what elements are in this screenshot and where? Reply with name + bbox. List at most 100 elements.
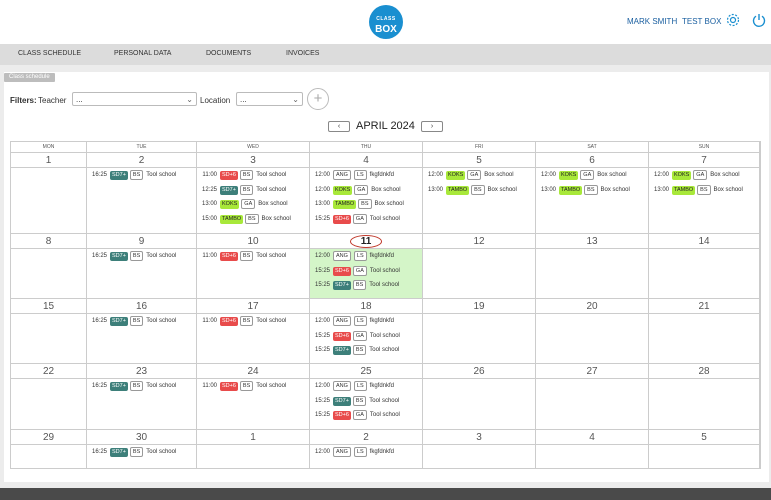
class-event[interactable]: 16:25 SD7+ BS Tool school bbox=[88, 251, 176, 262]
day-cell[interactable] bbox=[536, 378, 649, 429]
day-cell[interactable] bbox=[649, 444, 760, 468]
class-event[interactable]: 15:25 SD7+ BS Tool school bbox=[311, 280, 399, 291]
class-event[interactable]: 12:00 ANG LS fkgfdnkfd bbox=[311, 170, 394, 181]
day-cell[interactable] bbox=[11, 167, 87, 233]
day-number[interactable]: 3 bbox=[423, 429, 536, 444]
class-event[interactable]: 11:00 SD+6 BS Tool school bbox=[198, 381, 286, 392]
day-cell[interactable] bbox=[11, 444, 87, 468]
add-filter-button[interactable]: + bbox=[307, 88, 329, 110]
class-event[interactable]: 12:00 KOKS GA Box school bbox=[537, 170, 627, 181]
class-event[interactable]: 12:00 KOKS GA Box school bbox=[311, 184, 401, 196]
class-event[interactable]: 16:25 SD7+ BS Tool school bbox=[88, 381, 176, 392]
day-number[interactable]: 9 bbox=[87, 233, 197, 248]
day-number[interactable]: 23 bbox=[87, 363, 197, 378]
day-cell[interactable] bbox=[536, 248, 649, 298]
user-name-link[interactable]: MARK SMITH bbox=[627, 17, 677, 26]
day-number[interactable]: 28 bbox=[649, 363, 760, 378]
day-number[interactable]: 2 bbox=[87, 152, 197, 167]
day-number[interactable]: 3 bbox=[197, 152, 310, 167]
day-number[interactable]: 18 bbox=[310, 298, 423, 313]
day-number[interactable]: 1 bbox=[11, 152, 87, 167]
class-event[interactable]: 13:00 KOKS GA Box school bbox=[198, 199, 288, 210]
day-cell[interactable] bbox=[11, 378, 87, 429]
day-cell[interactable] bbox=[197, 444, 310, 468]
day-cell[interactable] bbox=[423, 444, 536, 468]
class-event[interactable]: 15:25 SD7+ BS Tool school bbox=[311, 345, 399, 356]
day-number[interactable]: 29 bbox=[11, 429, 87, 444]
day-number[interactable]: 2 bbox=[310, 429, 423, 444]
day-cell[interactable] bbox=[423, 248, 536, 298]
day-cell[interactable] bbox=[423, 378, 536, 429]
class-event[interactable]: 15:25 SD7+ BS Tool school bbox=[311, 395, 399, 407]
day-number[interactable]: 16 bbox=[87, 298, 197, 313]
day-cell[interactable] bbox=[536, 313, 649, 363]
day-cell[interactable] bbox=[649, 248, 760, 298]
class-event[interactable]: 11:00 SD+6 BS Tool school bbox=[198, 170, 286, 181]
nav-class-schedule[interactable]: CLASS SCHEDULE bbox=[18, 50, 81, 57]
day-number[interactable]: 15 bbox=[11, 298, 87, 313]
next-month-button[interactable]: › bbox=[421, 121, 443, 132]
day-number[interactable]: 4 bbox=[310, 152, 423, 167]
class-event[interactable]: 13:00 TAMBO BS Box school bbox=[424, 184, 517, 196]
class-event[interactable]: 11:00 SD+6 BS Tool school bbox=[198, 251, 286, 262]
prev-month-button[interactable]: ‹ bbox=[328, 121, 350, 132]
day-number[interactable]: 22 bbox=[11, 363, 87, 378]
day-number[interactable]: 17 bbox=[197, 298, 310, 313]
class-event[interactable]: 12:00 KOKS GA Box school bbox=[424, 170, 514, 181]
class-event[interactable]: 12:00 ANG LS fkgfdnkfd bbox=[311, 447, 394, 458]
class-event[interactable]: 13:00 TAMBO BS Box school bbox=[650, 184, 743, 196]
class-event[interactable]: 15:25 SD+6 GA Tool school bbox=[311, 214, 400, 225]
teacher-select[interactable]: ... ⌄ bbox=[72, 92, 197, 106]
class-badge: TAMBO bbox=[333, 200, 357, 210]
class-event[interactable]: 12:00 KOKS GA Box school bbox=[650, 170, 740, 181]
day-number[interactable]: 6 bbox=[536, 152, 649, 167]
day-number[interactable]: 19 bbox=[423, 298, 536, 313]
day-cell[interactable] bbox=[649, 378, 760, 429]
class-event[interactable]: 11:00 SD+6 BS Tool school bbox=[198, 316, 286, 327]
class-event[interactable]: 15:25 SD+6 GA Tool school bbox=[311, 265, 400, 277]
class-event[interactable]: 13:00 TAMBO BS Box school bbox=[311, 199, 404, 210]
classbox-logo[interactable]: CLASS BOX bbox=[369, 5, 403, 39]
day-cell[interactable] bbox=[536, 444, 649, 468]
box-name-link[interactable]: TEST BOX bbox=[682, 17, 721, 26]
day-number[interactable]: 11 bbox=[310, 233, 423, 248]
day-number[interactable]: 25 bbox=[310, 363, 423, 378]
day-number[interactable]: 14 bbox=[649, 233, 760, 248]
class-event[interactable]: 12:00 ANG LS fkgfdnkfd bbox=[311, 251, 394, 262]
day-cell[interactable] bbox=[11, 313, 87, 363]
day-number[interactable]: 1 bbox=[197, 429, 310, 444]
day-cell[interactable] bbox=[423, 313, 536, 363]
day-number[interactable]: 27 bbox=[536, 363, 649, 378]
day-number[interactable]: 4 bbox=[536, 429, 649, 444]
class-event[interactable]: 13:00 TAMBO BS Box school bbox=[537, 184, 630, 196]
nav-documents[interactable]: DOCUMENTS bbox=[206, 50, 251, 57]
day-number[interactable]: 10 bbox=[197, 233, 310, 248]
day-cell[interactable] bbox=[11, 248, 87, 298]
class-event[interactable]: 15:25 SD+6 GA Tool school bbox=[311, 330, 400, 342]
nav-personal-data[interactable]: PERSONAL DATA bbox=[114, 50, 171, 57]
nav-invoices[interactable]: INVOICES bbox=[286, 50, 319, 57]
day-number[interactable]: 7 bbox=[649, 152, 760, 167]
day-number[interactable]: 8 bbox=[11, 233, 87, 248]
class-event[interactable]: 12:00 ANG LS fkgfdnkfd bbox=[311, 381, 394, 392]
day-number[interactable]: 24 bbox=[197, 363, 310, 378]
day-number[interactable]: 20 bbox=[536, 298, 649, 313]
day-cell[interactable] bbox=[649, 313, 760, 363]
class-event[interactable]: 12:00 ANG LS fkgfdnkfd bbox=[311, 316, 394, 327]
day-number[interactable]: 30 bbox=[87, 429, 197, 444]
class-event[interactable]: 15:25 SD+6 GA Tool school bbox=[311, 410, 400, 421]
settings-icon[interactable] bbox=[725, 12, 741, 28]
day-number[interactable]: 21 bbox=[649, 298, 760, 313]
day-number[interactable]: 26 bbox=[423, 363, 536, 378]
class-event[interactable]: 16:25 SD7+ BS Tool school bbox=[88, 316, 176, 327]
power-icon[interactable] bbox=[751, 12, 767, 28]
day-number[interactable]: 5 bbox=[649, 429, 760, 444]
class-event[interactable]: 12:25 SD7+ BS Tool school bbox=[198, 184, 286, 196]
class-event[interactable]: 15:00 TAMBO BS Box school bbox=[198, 214, 291, 225]
class-event[interactable]: 16:25 SD7+ BS Tool school bbox=[88, 170, 176, 181]
class-event[interactable]: 16:25 SD7+ BS Tool school bbox=[88, 447, 176, 458]
location-select[interactable]: ... ⌄ bbox=[236, 92, 303, 106]
day-number[interactable]: 5 bbox=[423, 152, 536, 167]
day-number[interactable]: 13 bbox=[536, 233, 649, 248]
day-number[interactable]: 12 bbox=[423, 233, 536, 248]
